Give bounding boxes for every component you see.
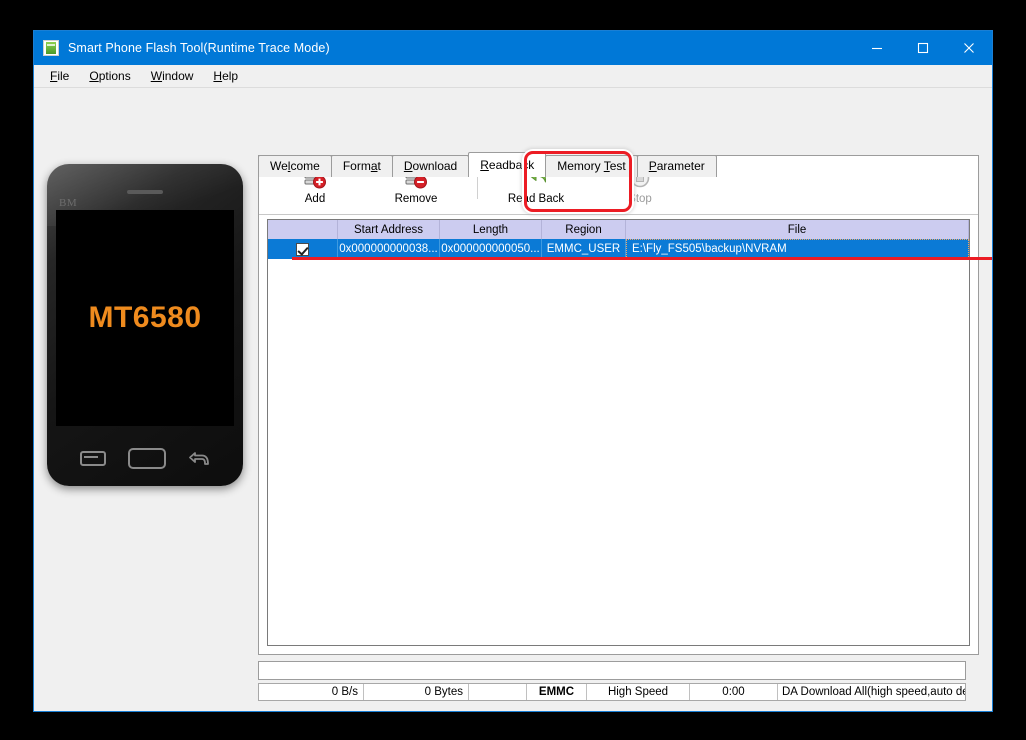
phone-speaker — [127, 190, 163, 194]
menu-item-help[interactable]: Help — [203, 67, 248, 85]
home-button-icon — [128, 447, 166, 469]
table-header-row: Start Address Length Region File — [268, 220, 969, 239]
row-underline-annotation — [292, 257, 992, 260]
status-connection: USB: DA Download All(high speed,auto det… — [778, 686, 965, 698]
application-window: Smart Phone Flash Tool(Runtime Trace Mod… — [33, 30, 993, 712]
column-header-region[interactable]: Region — [542, 220, 626, 239]
readback-table: Start Address Length Region File 0x00000… — [267, 219, 970, 646]
tab-parameter[interactable]: Parameter — [636, 155, 717, 177]
chipset-label: MT6580 — [88, 301, 202, 334]
tab-memory-test[interactable]: Memory Test — [545, 155, 638, 177]
minimize-button[interactable] — [854, 31, 900, 65]
menu-bar: File Options Window Help — [34, 65, 992, 88]
add-button-label: Add — [304, 193, 326, 205]
phone-illustration: BM MT6580 — [47, 164, 243, 486]
phone-watermark: BM — [59, 197, 78, 209]
content-panel: Welcome Format Download Readback Memory … — [258, 88, 992, 711]
menu-item-file-label: ile — [57, 69, 70, 83]
status-usb-speed: High Speed — [587, 684, 690, 700]
menu-item-options[interactable]: Options — [79, 67, 140, 85]
window-title: Smart Phone Flash Tool(Runtime Trace Mod… — [68, 41, 330, 55]
tab-readback[interactable]: Readback — [468, 152, 547, 177]
menu-button-icon — [80, 450, 106, 466]
tab-format[interactable]: Format — [330, 155, 393, 177]
readback-tab-page: Add Remove Read Back Stop Start Address … — [258, 155, 979, 655]
phone-nav-bar — [47, 444, 243, 472]
status-speed: 0 B/s — [259, 684, 364, 700]
column-header-select[interactable] — [268, 220, 338, 239]
progress-area — [258, 655, 979, 680]
close-button[interactable] — [946, 31, 992, 65]
menu-item-window-label: indow — [162, 69, 194, 83]
window-controls — [854, 31, 992, 65]
tab-strip: Welcome Format Download Readback Memory … — [258, 152, 717, 177]
cell-length[interactable]: 0x000000000050... — [440, 239, 542, 259]
table-empty-area — [268, 259, 969, 645]
phone-screen: MT6580 — [56, 210, 234, 426]
row-checkbox-cell[interactable] — [268, 239, 338, 259]
tab-welcome[interactable]: Welcome — [258, 155, 332, 177]
menu-item-window[interactable]: Window — [141, 67, 204, 85]
menu-item-file[interactable]: File — [40, 67, 79, 85]
stop-button-label: Stop — [628, 193, 652, 205]
title-bar: Smart Phone Flash Tool(Runtime Trace Mod… — [34, 31, 992, 65]
read-back-button-label: Read Back — [507, 193, 565, 205]
status-elapsed-time: 0:00 — [690, 684, 778, 700]
menu-item-options-label: ptions — [98, 69, 131, 83]
tab-download[interactable]: Download — [391, 155, 470, 177]
maximize-button[interactable] — [900, 31, 946, 65]
flash-tool-icon — [43, 40, 59, 56]
row-checkbox[interactable] — [296, 242, 309, 256]
cell-start-address[interactable]: 0x000000000038... — [338, 239, 440, 259]
status-bar: 0 B/s 0 Bytes EMMC High Speed 0:00 USB: … — [258, 683, 966, 701]
cell-region[interactable]: EMMC_USER — [542, 239, 626, 259]
device-preview-panel: BM MT6580 — [34, 88, 258, 711]
status-bytes: 0 Bytes — [364, 684, 469, 700]
table-row[interactable]: 0x000000000038... 0x000000000050... EMMC… — [268, 239, 969, 259]
status-spacer — [469, 684, 527, 700]
main-body: BM MT6580 Welcome Format Download Readba… — [34, 88, 992, 711]
menu-item-help-label: elp — [222, 69, 239, 83]
progress-bar — [258, 661, 966, 680]
column-header-start-address[interactable]: Start Address — [338, 220, 440, 239]
cell-file-path[interactable]: E:\Fly_FS505\backup\NVRAM — [626, 239, 969, 259]
status-storage-type: EMMC — [527, 684, 587, 700]
column-header-length[interactable]: Length — [440, 220, 542, 239]
remove-button-label: Remove — [394, 193, 438, 205]
column-header-file[interactable]: File — [626, 220, 969, 239]
back-button-icon — [188, 449, 210, 467]
